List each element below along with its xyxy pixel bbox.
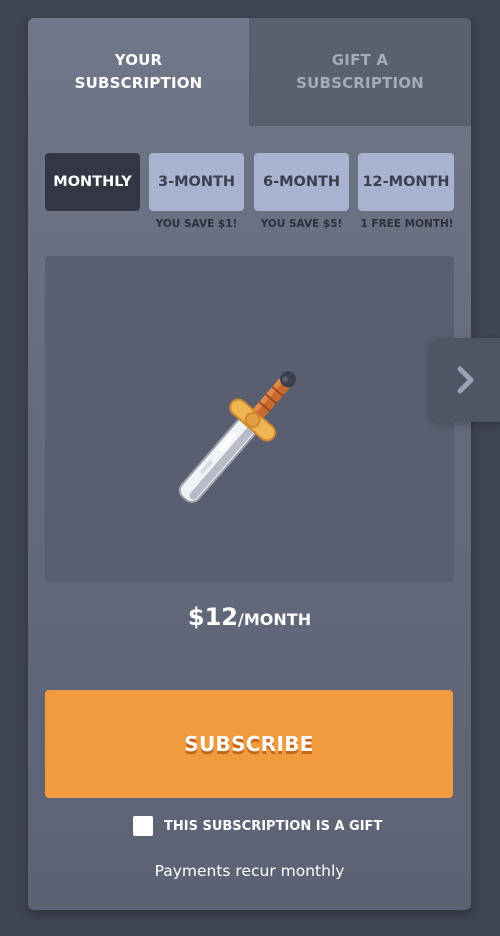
plan-monthly-button[interactable]: MONTHLY	[45, 153, 140, 211]
gift-option: THIS SUBSCRIPTION IS A GIFT	[133, 815, 382, 837]
gift-checkbox[interactable]	[133, 816, 153, 836]
chevron-right-icon	[457, 366, 474, 394]
plan-options: MONTHLY 3-MONTH 6-MONTH 12-MONTH	[45, 153, 454, 213]
tab-bar: YOUR SUBSCRIPTION GIFT A SUBSCRIPTION	[28, 18, 471, 126]
price-period: /MONTH	[238, 610, 312, 629]
sword-icon	[160, 336, 340, 511]
plan-6-month-label: 6-MONTH	[262, 174, 341, 190]
plan-monthly-label: MONTHLY	[53, 174, 132, 190]
plan-6-month-button[interactable]: 6-MONTH	[254, 153, 349, 211]
tab-gift-subscription[interactable]: GIFT A SUBSCRIPTION	[249, 18, 471, 126]
price-display: $12/MONTH	[28, 603, 471, 631]
next-reward-button[interactable]	[429, 338, 500, 422]
plan-12-month-label: 12-MONTH	[362, 174, 450, 190]
gift-checkbox-label: THIS SUBSCRIPTION IS A GIFT	[164, 818, 383, 834]
plan-12-month-note: 1 FREE MONTH!	[360, 218, 454, 230]
plan-6-month-note: YOU SAVE $5!	[260, 218, 343, 230]
plan-3-month-note: YOU SAVE $1!	[155, 218, 238, 230]
tab-gift-subscription-label: GIFT A SUBSCRIPTION	[296, 51, 424, 92]
tab-your-subscription[interactable]: YOUR SUBSCRIPTION	[28, 18, 249, 126]
recurring-payment-note: Payments recur monthly	[154, 862, 345, 880]
plan-3-month-button[interactable]: 3-MONTH	[149, 153, 244, 211]
subscribe-button-label: SUBSCRIBE	[184, 732, 314, 756]
tab-your-subscription-label: YOUR SUBSCRIPTION	[74, 51, 203, 92]
plan-3-month-label: 3-MONTH	[157, 174, 236, 190]
reward-showcase	[45, 256, 454, 582]
plan-12-month-button[interactable]: 12-MONTH	[358, 153, 454, 211]
price-amount: $12	[187, 603, 239, 631]
subscribe-button[interactable]: SUBSCRIBE	[45, 690, 453, 798]
